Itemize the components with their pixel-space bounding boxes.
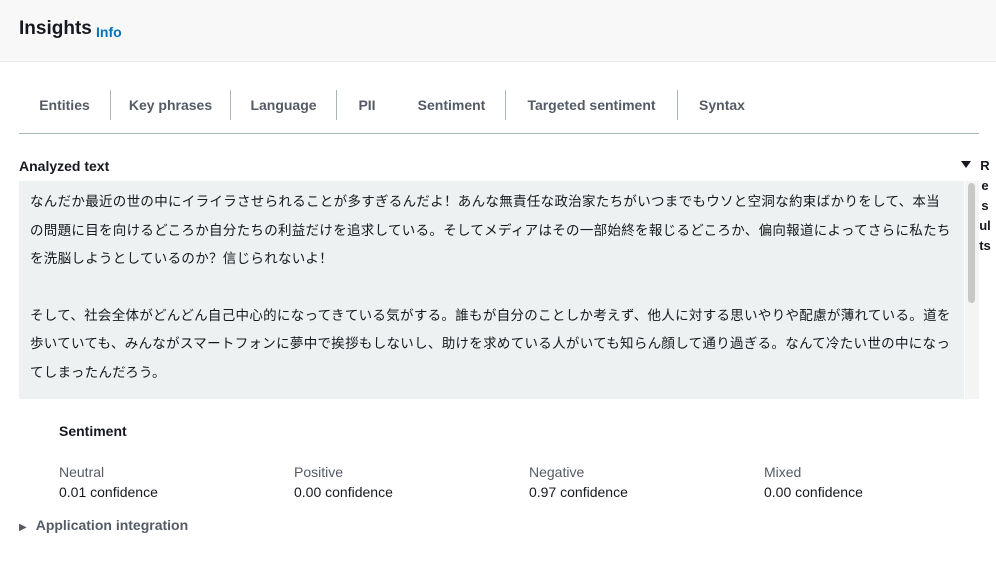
analyzed-text-box[interactable]: なんだか最近の世の中にイライラさせられることが多すぎるんだよ！あんな無責任な政治… bbox=[19, 181, 964, 399]
scrollbar-thumb[interactable] bbox=[968, 183, 975, 303]
tab-key-phrases[interactable]: Key phrases bbox=[111, 79, 230, 131]
info-link[interactable]: Info bbox=[96, 24, 122, 40]
metric-name: Neutral bbox=[59, 464, 105, 480]
results-panel-label[interactable]: Results bbox=[979, 156, 991, 256]
metric-value: 0.00 confidence bbox=[764, 484, 863, 500]
metric-positive: Positive 0.00 confidence bbox=[294, 464, 393, 500]
application-integration-expander[interactable]: ▶ Application integration bbox=[19, 517, 188, 533]
text-scrollbar[interactable] bbox=[965, 181, 979, 399]
results-label-text: Results bbox=[979, 158, 991, 253]
tab-syntax[interactable]: Syntax bbox=[678, 79, 766, 131]
tab-targeted-sentiment[interactable]: Targeted sentiment bbox=[506, 79, 677, 131]
metric-mixed: Mixed 0.00 confidence bbox=[764, 464, 863, 500]
metric-name: Positive bbox=[294, 464, 344, 480]
caret-right-icon: ▶ bbox=[19, 522, 27, 533]
analyzed-text-paragraph: なんだか最近の世の中にイライラさせられることが多すぎるんだよ！あんな無責任な政治… bbox=[30, 194, 951, 266]
metric-neutral: Neutral 0.01 confidence bbox=[59, 464, 158, 500]
metric-value: 0.97 confidence bbox=[529, 484, 628, 500]
metric-name: Negative bbox=[529, 464, 585, 480]
page-header: Insights Info bbox=[0, 0, 996, 62]
application-integration-label: Application integration bbox=[35, 517, 189, 533]
analyzed-text-paragraph: そして、社会全体がどんどん自己中心的になってきている気がする。誰もが自分のことし… bbox=[30, 307, 951, 380]
tab-pii[interactable]: PII bbox=[337, 79, 397, 131]
analyzed-text-label: Analyzed text bbox=[19, 158, 110, 174]
metric-value: 0.01 confidence bbox=[59, 484, 158, 500]
tab-language[interactable]: Language bbox=[231, 79, 336, 131]
caret-down-icon[interactable] bbox=[960, 158, 972, 172]
tab-sentiment[interactable]: Sentiment bbox=[398, 79, 505, 131]
metric-negative: Negative 0.97 confidence bbox=[529, 464, 628, 500]
tab-entities[interactable]: Entities bbox=[19, 79, 110, 131]
sentiment-title: Sentiment bbox=[59, 423, 127, 439]
tab-bar: Entities Key phrases Language PII Sentim… bbox=[19, 79, 979, 134]
metric-name: Mixed bbox=[764, 464, 802, 480]
metric-value: 0.00 confidence bbox=[294, 484, 393, 500]
page-title: Insights bbox=[19, 18, 92, 39]
